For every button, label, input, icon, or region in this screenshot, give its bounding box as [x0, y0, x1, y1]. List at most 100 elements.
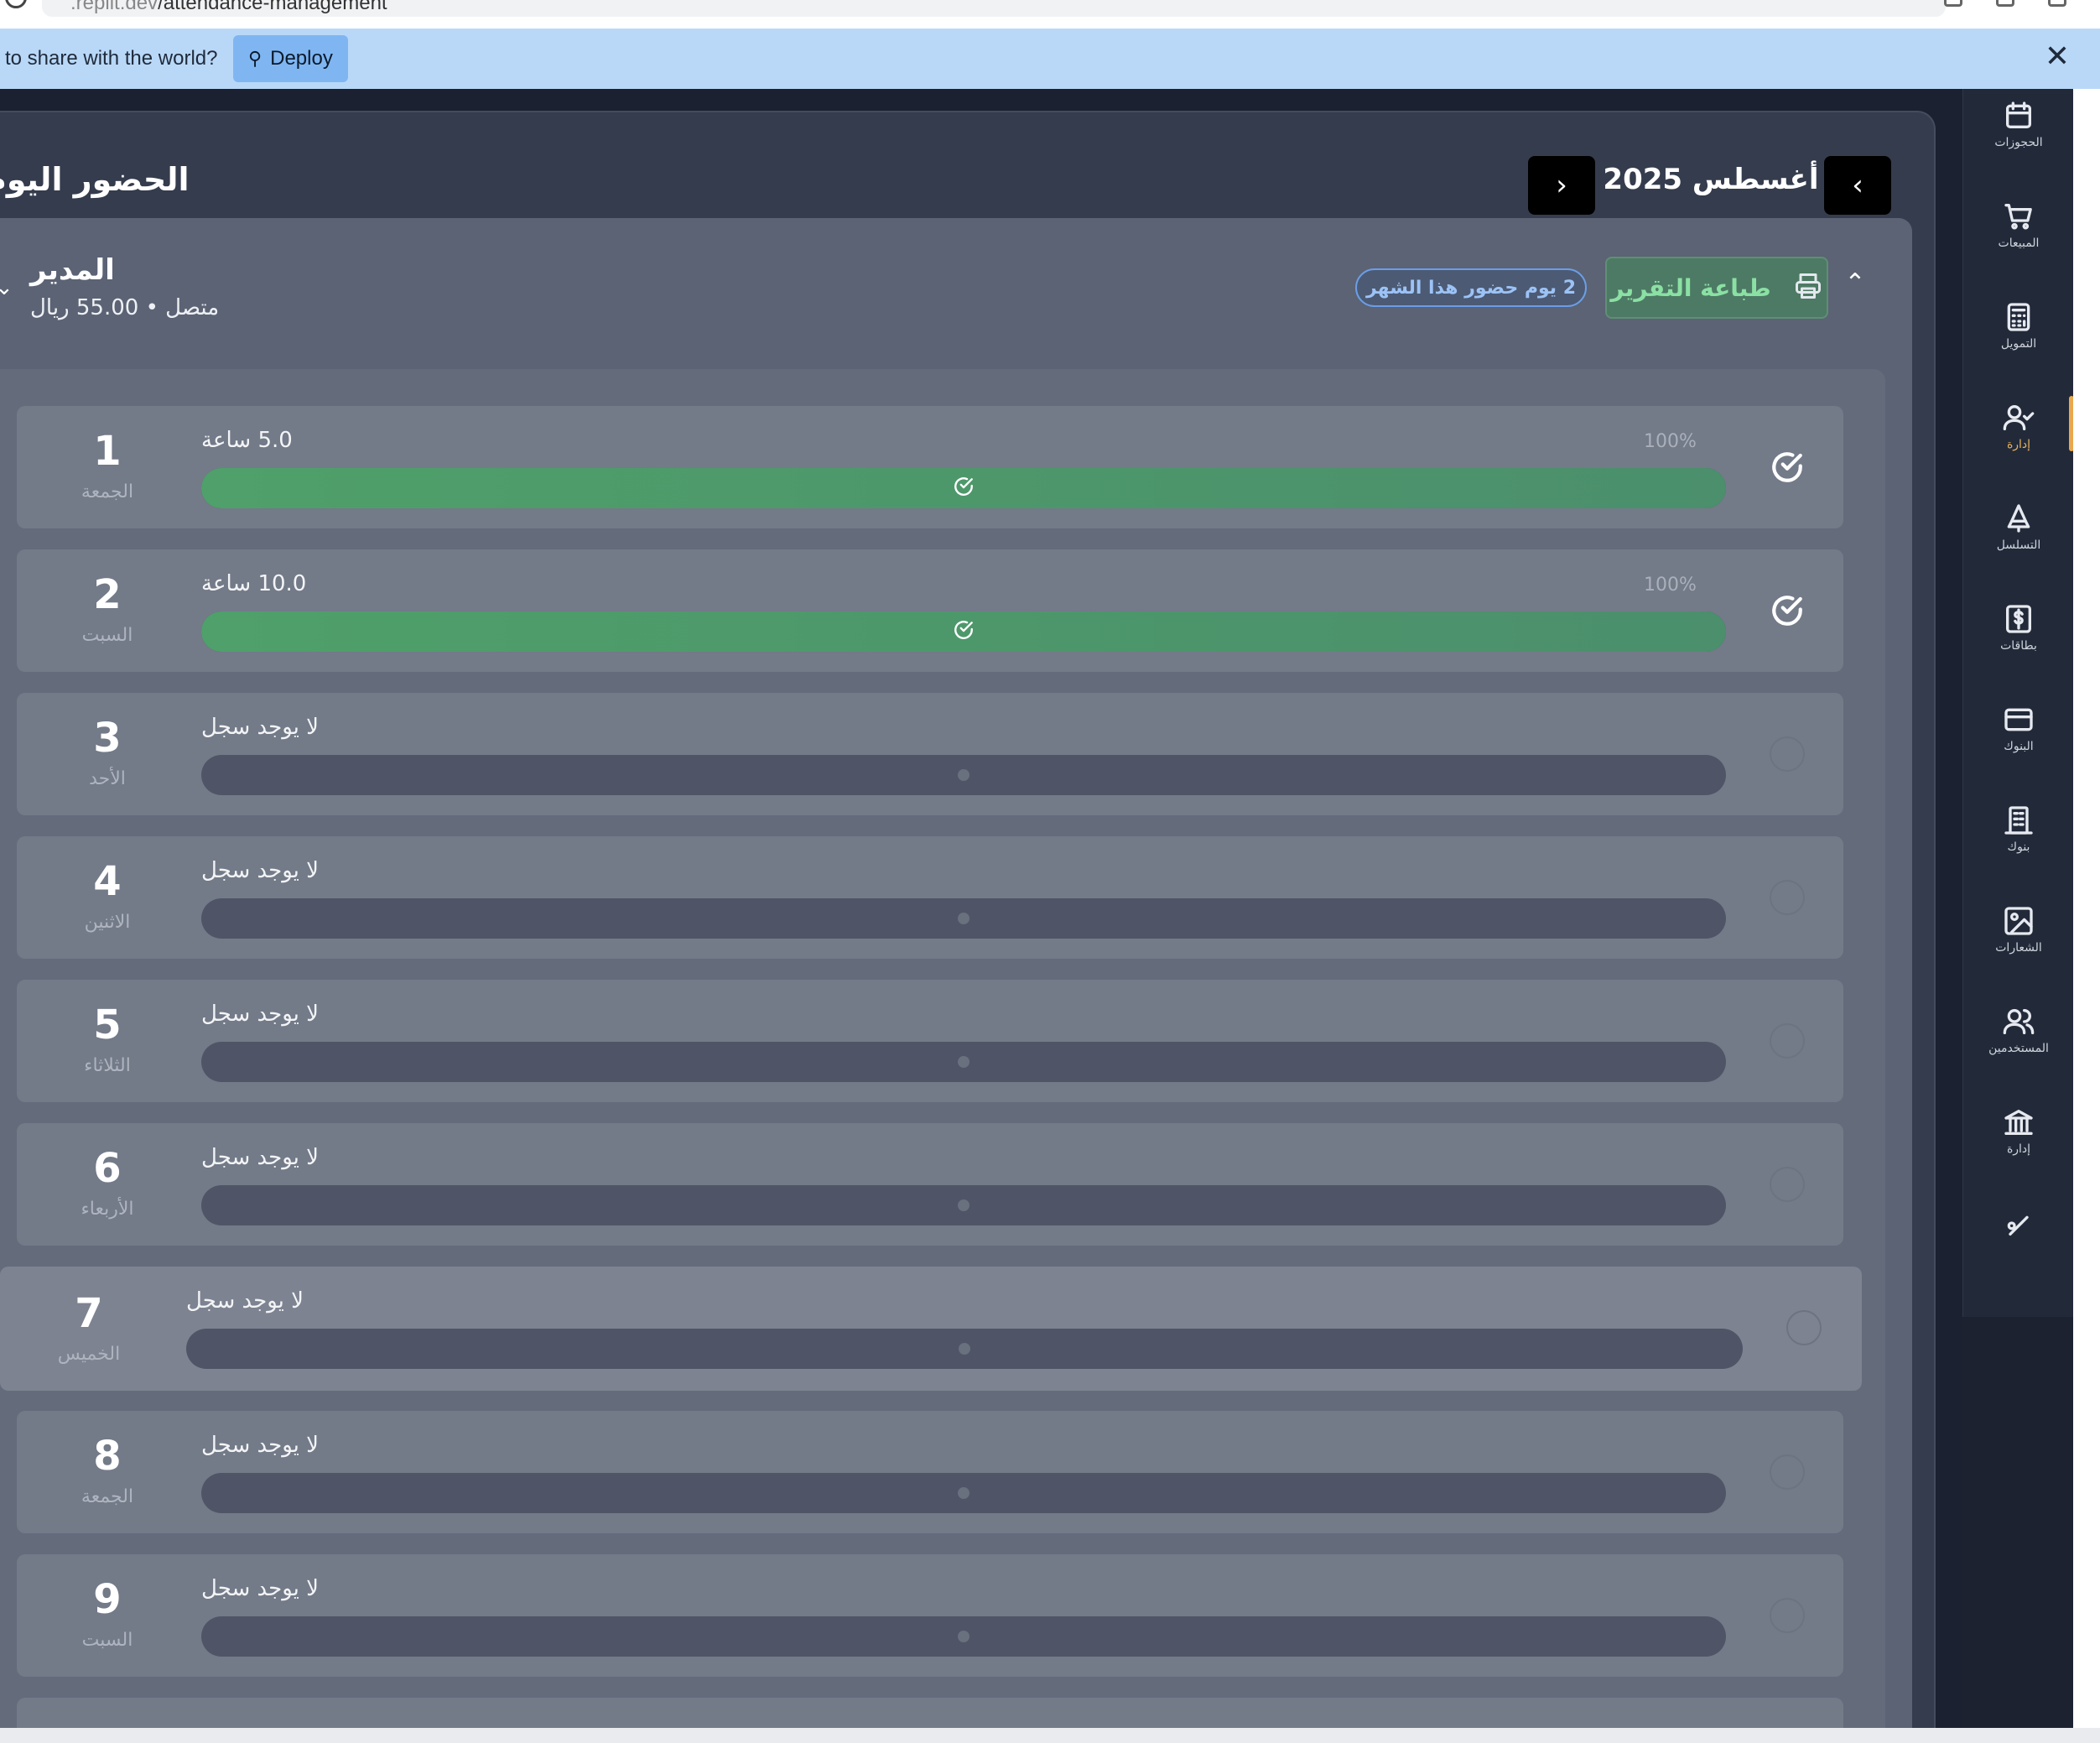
day-name: الاثنين: [84, 912, 131, 933]
day-row[interactable]: 1 الجمعة 5.0 ساعة 100%: [17, 406, 1843, 528]
sidebar-item-label: المبيعات: [1998, 237, 2040, 250]
day-row[interactable]: 8 الجمعة لا يوجد سجل: [17, 1411, 1843, 1533]
day-row[interactable]: 5 الثلاثاء لا يوجد سجل: [17, 980, 1843, 1102]
users-icon: [2002, 1005, 2035, 1038]
day-row[interactable]: 7 الخميس لا يوجد سجل: [0, 1267, 1862, 1391]
edit-icon[interactable]: [1996, 0, 2014, 7]
sidebar-item-4[interactable]: التسلسل: [1963, 492, 2074, 575]
absent-circle-icon[interactable]: [1770, 1598, 1805, 1633]
day-hours: لا يوجد سجل: [201, 858, 320, 883]
day-name: الأربعاء: [81, 1199, 134, 1220]
day-name: الثلاثاء: [84, 1055, 131, 1076]
hours-progress-bar: [201, 1042, 1726, 1082]
window-icon[interactable]: [2048, 0, 2066, 7]
next-month-button[interactable]: ›: [1528, 156, 1595, 215]
sidebar-item-7[interactable]: بنوك: [1963, 793, 2074, 877]
empty-dot-icon: [959, 1343, 970, 1355]
deploy-banner: to share with the world? ⚲ Deploy ✕: [0, 29, 2100, 89]
deploy-icon: ⚲: [248, 48, 262, 69]
sidebar-footer: [1962, 1317, 2073, 1733]
present-check-icon[interactable]: [1770, 450, 1805, 485]
banner-text: to share with the world?: [5, 47, 218, 70]
printer-icon: [1793, 271, 1823, 304]
dollar-square-icon: [2002, 602, 2035, 636]
chevron-down-icon[interactable]: ⌄: [0, 275, 13, 300]
sidebar-item-9[interactable]: المستخدمين: [1963, 995, 2074, 1079]
absent-circle-icon[interactable]: [1770, 1454, 1805, 1490]
page-title: الحضور اليوم: [0, 161, 190, 198]
sidebar-item-label: إدارة: [2006, 438, 2031, 451]
day-hours: لا يوجد سجل: [201, 1576, 320, 1601]
day-number: 8: [93, 1433, 122, 1480]
sidebar-item-5[interactable]: بطاقات: [1963, 592, 2074, 676]
deploy-button[interactable]: ⚲ Deploy: [233, 35, 348, 82]
credit-card-icon: [2002, 703, 2035, 736]
print-report-label: طباعة التقرير: [1610, 273, 1771, 302]
address-bar[interactable]: .replit.dev/attendance-management: [42, 0, 1946, 17]
sidebar-item-0[interactable]: الحجوزات: [1963, 89, 2074, 173]
sidebar-item-10[interactable]: إدارة: [1963, 1095, 2074, 1179]
sidebar-item-label: التسلسل: [1996, 539, 2041, 552]
hours-progress-bar: [201, 1473, 1726, 1513]
day-hours: لا يوجد سجل: [186, 1288, 304, 1314]
empty-dot-icon: [958, 913, 969, 924]
sidebar-item-8[interactable]: الشعارات: [1963, 894, 2074, 978]
horizontal-scrollbar[interactable]: [0, 1728, 2100, 1743]
day-name: الجمعة: [81, 481, 134, 502]
user-check-icon: [2002, 401, 2035, 434]
day-hours: لا يوجد سجل: [201, 1002, 320, 1027]
day-row[interactable]: 6 الأربعاء لا يوجد سجل: [17, 1123, 1843, 1246]
bank-icon: [2002, 1106, 2035, 1139]
url-host: .replit.dev: [70, 0, 159, 14]
scrollbar-track[interactable]: [2073, 89, 2100, 1733]
attendance-panel: › أغسطس 2025 ‹ الحضور اليوم ⌄ المدير متص…: [0, 111, 1936, 1743]
day-name: الأحد: [89, 768, 126, 789]
collapse-button[interactable]: ⌃: [1838, 268, 1872, 298]
tree-icon: [2002, 502, 2035, 535]
url-path: /attendance-management: [158, 0, 387, 14]
building-icon: [2002, 804, 2035, 837]
print-report-button[interactable]: طباعة التقرير: [1605, 257, 1828, 319]
day-hours: لا يوجد سجل: [201, 1145, 320, 1170]
day-row[interactable]: 9 السبت لا يوجد سجل: [17, 1554, 1843, 1677]
calculator-icon: [2002, 300, 2035, 334]
absent-circle-icon[interactable]: [1770, 1167, 1805, 1202]
chevron-right-icon: ›: [1556, 169, 1567, 202]
sidebar-item-2[interactable]: التمويل: [1963, 290, 2074, 374]
absent-circle-icon[interactable]: [1770, 1023, 1805, 1059]
sidebar-item-11[interactable]: [1963, 1196, 2074, 1280]
prev-month-button[interactable]: ‹: [1824, 156, 1891, 215]
day-row[interactable]: 3 الأحد لا يوجد سجل: [17, 693, 1843, 815]
absent-circle-icon[interactable]: [1770, 880, 1805, 915]
present-check-icon[interactable]: [1770, 593, 1805, 628]
sidebar-item-3[interactable]: إدارة: [1963, 391, 2074, 475]
day-row[interactable]: 2 السبت 10.0 ساعة 100%: [17, 549, 1843, 672]
browser-toolbar: .replit.dev/attendance-management: [0, 0, 2100, 29]
day-row[interactable]: 4 الاثنين لا يوجد سجل: [17, 836, 1843, 959]
check-circle-icon: [953, 619, 975, 644]
month-label: أغسطس 2025: [1603, 163, 1819, 196]
days-list: 1 الجمعة 5.0 ساعة 100% 2 السبت 10.0 ساعة 100% 3 ا…: [0, 369, 1885, 1743]
close-icon[interactable]: ✕: [2045, 40, 2070, 74]
chevron-up-icon: ⌃: [1844, 268, 1866, 298]
day-number: 1: [93, 428, 122, 475]
check-circle-icon: [953, 476, 975, 501]
sidebar-item-1[interactable]: المبيعات: [1963, 190, 2074, 273]
day-hours: 10.0 ساعة: [201, 571, 307, 596]
employee-name: المدير: [30, 253, 115, 287]
day-name: السبت: [81, 625, 133, 646]
day-number: 7: [75, 1290, 103, 1337]
day-number: 5: [93, 1002, 122, 1048]
translate-icon[interactable]: [1944, 0, 1962, 7]
reload-icon[interactable]: [5, 0, 27, 8]
percent-icon: [2002, 1206, 2035, 1240]
hours-progress-bar: [201, 1185, 1726, 1225]
sidebar-item-label: التمويل: [2000, 337, 2037, 351]
absent-circle-icon[interactable]: [1786, 1310, 1822, 1345]
hours-progress-bar: [201, 1616, 1726, 1657]
absent-circle-icon[interactable]: [1770, 736, 1805, 772]
empty-dot-icon: [958, 1487, 969, 1499]
day-number: 2: [93, 571, 122, 618]
sidebar-item-6[interactable]: البنوك: [1963, 693, 2074, 777]
empty-dot-icon: [958, 1056, 969, 1068]
